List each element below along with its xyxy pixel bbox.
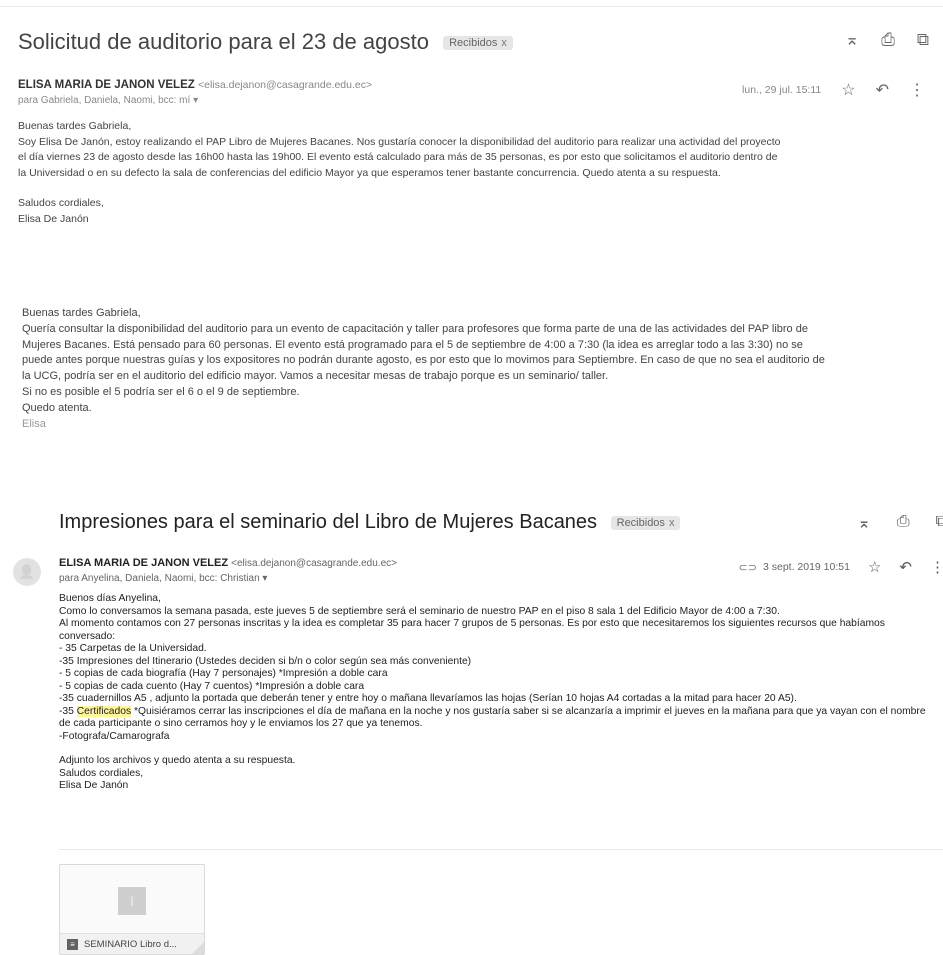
attachment-footer: ≡ SEMINARIO Libro d... bbox=[60, 933, 204, 954]
body-line: conversado: bbox=[59, 630, 116, 642]
email2-meta: ⊂⊃ 3 sept. 2019 10:51 ☆ ↶ ⋮ bbox=[739, 558, 943, 576]
body-line: la Universidad o en su defecto la sala d… bbox=[18, 166, 721, 179]
sender-email: <elisa.dejanon@casagrande.edu.ec> bbox=[231, 558, 397, 569]
body-line: Elisa De Janón bbox=[59, 780, 129, 791]
email1-recipients[interactable]: para Gabriela, Daniela, Naomi, bcc: mí ▾ bbox=[18, 95, 198, 106]
body-line: Al momento contamos con 27 personas insc… bbox=[59, 618, 885, 629]
attachments-divider bbox=[59, 849, 943, 850]
body-line: Buenas tardes Gabriela, bbox=[18, 120, 132, 132]
sender-name[interactable]: ELISA MARIA DE JANON VELEZ bbox=[59, 557, 228, 569]
body-line: Mujeres Bacanes. Está pensado para 60 pe… bbox=[22, 338, 803, 351]
sender-avatar[interactable]: 👤 bbox=[13, 558, 41, 586]
email1-subject-text: Solicitud de auditorio para el 23 de ago… bbox=[18, 29, 429, 54]
highlighted-word: Certificados bbox=[76, 705, 132, 717]
email2-subject-text: Impresiones para el seminario del Libro … bbox=[59, 511, 598, 533]
body-line: Saludos cordiales, bbox=[18, 197, 104, 209]
top-divider bbox=[0, 6, 943, 7]
body-signature: Elisa bbox=[22, 417, 46, 430]
print-icon[interactable]: ⎙ bbox=[881, 30, 895, 50]
body-line: Buenas tardes Gabriela, bbox=[22, 307, 141, 319]
body-line: el día viernes 23 de agosto desde las 16… bbox=[18, 151, 778, 163]
body-line: -35 cuadernillos A5 , adjunto la portada… bbox=[59, 693, 797, 704]
email1-inbox-label[interactable]: Recibidos x bbox=[443, 36, 513, 51]
body-line: puede antes porque nuestras guías y los … bbox=[22, 354, 825, 367]
email2-thread-actions: ⌅ ⎙ ⧉ bbox=[857, 513, 943, 533]
expand-collapse-icon[interactable]: ⌅ bbox=[857, 513, 870, 533]
body-line: Buenos días Anyelina, bbox=[59, 593, 161, 604]
print-icon[interactable]: ⎙ bbox=[897, 513, 910, 533]
email1-subject: Solicitud de auditorio para el 23 de ago… bbox=[18, 29, 513, 55]
attachment-filename: SEMINARIO Libro d... bbox=[84, 938, 177, 950]
more-options-icon[interactable]: ⋮ bbox=[909, 80, 925, 100]
body-line: - 35 Carpetas de la Universidad. bbox=[59, 643, 207, 654]
label-remove-icon[interactable]: x bbox=[669, 517, 675, 529]
expand-collapse-icon[interactable]: ⌅ bbox=[845, 30, 859, 50]
email2-sender: ELISA MARIA DE JANON VELEZ <elisa.dejano… bbox=[59, 557, 397, 569]
email1-quoted-body: Buenas tardes Gabriela, Quería consultar… bbox=[22, 306, 940, 432]
attachment-thumbnail: | bbox=[118, 887, 146, 915]
new-window-icon[interactable]: ⧉ bbox=[936, 513, 943, 533]
email2-inbox-label[interactable]: Recibidos x bbox=[610, 515, 681, 530]
email2-body: Buenos días Anyelina, Como lo conversamo… bbox=[59, 593, 943, 793]
body-line: - 5 copias de cada cuento (Hay 7 cuentos… bbox=[59, 680, 365, 692]
star-icon[interactable]: ☆ bbox=[841, 80, 855, 100]
reply-icon[interactable]: ↶ bbox=[876, 80, 889, 100]
body-line: -Fotografa/Camarografa bbox=[59, 730, 170, 742]
body-line: Adjunto los archivos y quedo atenta a su… bbox=[59, 755, 296, 766]
new-window-icon[interactable]: ⧉ bbox=[917, 30, 929, 50]
body-line: Quería consultar la disponibilidad del a… bbox=[22, 322, 808, 335]
body-line: -35 Certificados *Quisiéramos cerrar las… bbox=[59, 705, 926, 717]
email1-sender: ELISA MARIA DE JANON VELEZ <elisa.dejano… bbox=[18, 79, 372, 91]
body-line: Como lo conversamos la semana pasada, es… bbox=[59, 605, 780, 617]
email2-recipients[interactable]: para Anyelina, Daniela, Naomi, bcc: Chri… bbox=[59, 573, 267, 584]
email2-date: 3 sept. 2019 10:51 bbox=[762, 561, 850, 573]
email1-body: Buenas tardes Gabriela, Soy Elisa De Jan… bbox=[18, 119, 923, 227]
body-line: Soy Elisa De Janón, estoy realizando el … bbox=[18, 135, 781, 148]
star-icon[interactable]: ☆ bbox=[868, 558, 881, 576]
body-line: Quedo atenta. bbox=[22, 401, 92, 414]
more-options-icon[interactable]: ⋮ bbox=[930, 558, 943, 576]
email1-thread-actions: ⌅ ⎙ ⧉ bbox=[845, 30, 929, 50]
body-line: la UCG, podría ser en el auditorio del e… bbox=[22, 370, 609, 383]
attachment-indicator-icon: ⊂⊃ bbox=[738, 561, 757, 574]
email1-date: lun., 29 jul. 15:11 bbox=[742, 84, 822, 96]
document-icon: ≡ bbox=[67, 938, 78, 950]
email2-subject: Impresiones para el seminario del Libro … bbox=[59, 511, 681, 534]
reply-icon[interactable]: ↶ bbox=[899, 558, 912, 576]
sender-email: <elisa.dejanon@casagrande.edu.ec> bbox=[197, 79, 373, 91]
body-line: Elisa De Janón bbox=[18, 212, 89, 225]
attachment-card[interactable]: | ≡ SEMINARIO Libro d... bbox=[59, 864, 205, 955]
page-fold-icon bbox=[192, 942, 204, 954]
avatar-person-icon: 👤 bbox=[18, 564, 36, 579]
label-remove-icon[interactable]: x bbox=[501, 37, 507, 49]
sender-name[interactable]: ELISA MARIA DE JANON VELEZ bbox=[18, 79, 195, 91]
body-line: Si no es posible el 5 podría ser el 6 o … bbox=[22, 385, 300, 398]
body-line: Saludos cordiales, bbox=[59, 767, 144, 779]
body-line: -35 Impresiones del Itinerario (Ustedes … bbox=[59, 655, 472, 667]
email1-meta: lun., 29 jul. 15:11 ☆ ↶ ⋮ bbox=[742, 80, 925, 100]
body-line: de cada participante o sino cerramos hoy… bbox=[59, 718, 423, 729]
body-line: - 5 copias de cada biografía (Hay 7 pers… bbox=[59, 668, 388, 679]
